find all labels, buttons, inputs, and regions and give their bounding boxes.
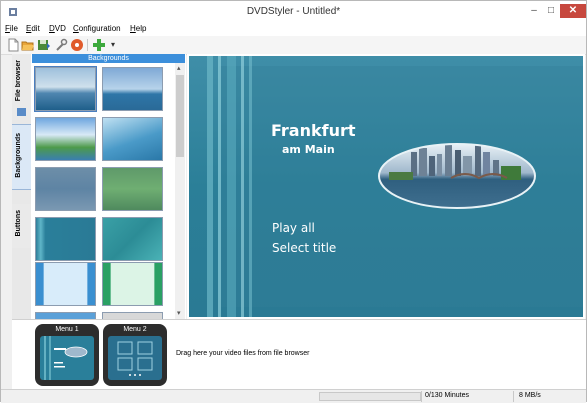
settings-icon[interactable] bbox=[54, 38, 68, 52]
background-thumbnail[interactable] bbox=[102, 67, 163, 111]
backgrounds-scrollbar[interactable]: ▴ ▾ bbox=[175, 63, 185, 319]
scrollbar-thumb[interactable] bbox=[176, 75, 184, 157]
window-title: DVDStyler - Untitled* bbox=[246, 6, 341, 17]
menu-edit[interactable]: Edit bbox=[26, 24, 40, 33]
background-thumbnail[interactable] bbox=[102, 262, 163, 306]
maximize-button[interactable]: □ bbox=[544, 4, 558, 18]
menu-2-preview bbox=[108, 336, 162, 380]
menu-configuration[interactable]: Configuration bbox=[73, 24, 121, 33]
dropdown-arrow-icon[interactable]: ▾ bbox=[106, 38, 120, 52]
minimize-button[interactable]: – bbox=[527, 4, 541, 18]
background-thumbnail[interactable] bbox=[35, 262, 96, 306]
close-button[interactable]: ✕ bbox=[560, 4, 586, 18]
toolbar: ▾ bbox=[1, 36, 586, 55]
burn-icon[interactable] bbox=[70, 38, 84, 52]
menu-canvas[interactable]: Frankfurt am Main Play all Select title bbox=[189, 56, 583, 317]
background-thumbnail[interactable] bbox=[34, 66, 97, 112]
menu-1-preview bbox=[40, 336, 94, 380]
duration-status: 0/130 Minutes bbox=[425, 392, 469, 399]
menu-editor-area: Frankfurt am Main Play all Select title bbox=[187, 54, 585, 319]
app-window: DVDStyler - Untitled* – □ ✕ File Edit DV… bbox=[0, 0, 587, 403]
menu-file[interactable]: File bbox=[5, 24, 18, 33]
open-icon[interactable] bbox=[21, 38, 35, 52]
title-bar: DVDStyler - Untitled* – □ ✕ bbox=[1, 1, 586, 23]
menu-dvd[interactable]: DVD bbox=[49, 24, 66, 33]
save-icon[interactable] bbox=[37, 38, 51, 52]
bitrate-status: 8 MB/s bbox=[519, 392, 541, 399]
status-bar: 0/130 Minutes 8 MB/s bbox=[1, 389, 586, 403]
folder-icon bbox=[17, 108, 26, 116]
new-icon[interactable] bbox=[6, 38, 20, 52]
status-separator bbox=[421, 391, 422, 402]
menu-thumbnail-1[interactable]: Menu 1 bbox=[35, 324, 99, 386]
menu-thumbnail-2[interactable]: Menu 2 bbox=[103, 324, 167, 386]
scroll-up-arrow-icon[interactable]: ▴ bbox=[177, 64, 181, 72]
tab-file-browser-label: File browser bbox=[15, 60, 22, 102]
play-all-button[interactable]: Play all bbox=[272, 221, 315, 235]
tab-buttons-label: Buttons bbox=[15, 210, 22, 237]
add-icon[interactable] bbox=[92, 38, 106, 52]
tab-backgrounds-label: Backgrounds bbox=[15, 133, 22, 178]
drop-hint-text: Drag here your video files from file bro… bbox=[176, 350, 310, 357]
tab-buttons[interactable]: Buttons bbox=[12, 204, 31, 248]
tab-file-browser[interactable]: File browser bbox=[12, 54, 31, 120]
background-thumbnail[interactable] bbox=[102, 167, 163, 211]
background-thumbnail[interactable] bbox=[102, 117, 163, 161]
background-thumbnail[interactable] bbox=[35, 117, 96, 161]
menu-title-line2[interactable]: am Main bbox=[282, 143, 335, 156]
titleset-manager: Menu 1 Menu 2 Drag here your video files… bbox=[12, 319, 586, 390]
menu-title-line1[interactable]: Frankfurt bbox=[271, 121, 356, 140]
background-thumbnail[interactable] bbox=[35, 312, 96, 319]
disc-usage-bar bbox=[319, 392, 421, 401]
sidebar-tabs: File browser Backgrounds Buttons bbox=[12, 54, 32, 319]
menu-thumbnail-label: Menu 1 bbox=[55, 326, 79, 333]
scroll-down-arrow-icon[interactable]: ▾ bbox=[177, 309, 181, 317]
select-title-button[interactable]: Select title bbox=[272, 241, 336, 255]
tab-backgrounds[interactable]: Backgrounds bbox=[12, 124, 31, 190]
backgrounds-panel: Backgrounds bbox=[31, 54, 186, 319]
background-thumbnail[interactable] bbox=[102, 217, 163, 261]
menu-help[interactable]: Help bbox=[130, 24, 146, 33]
background-thumbnail[interactable] bbox=[35, 217, 96, 261]
backgrounds-header: Backgrounds bbox=[32, 54, 185, 63]
menu-bar: File Edit DVD Configuration Help bbox=[1, 23, 586, 36]
status-separator bbox=[513, 391, 514, 402]
menu-thumbnail-label: Menu 2 bbox=[123, 326, 147, 333]
toolbar-separator bbox=[87, 39, 88, 51]
background-thumbnail[interactable] bbox=[35, 167, 96, 211]
background-thumbnail[interactable] bbox=[102, 312, 163, 319]
